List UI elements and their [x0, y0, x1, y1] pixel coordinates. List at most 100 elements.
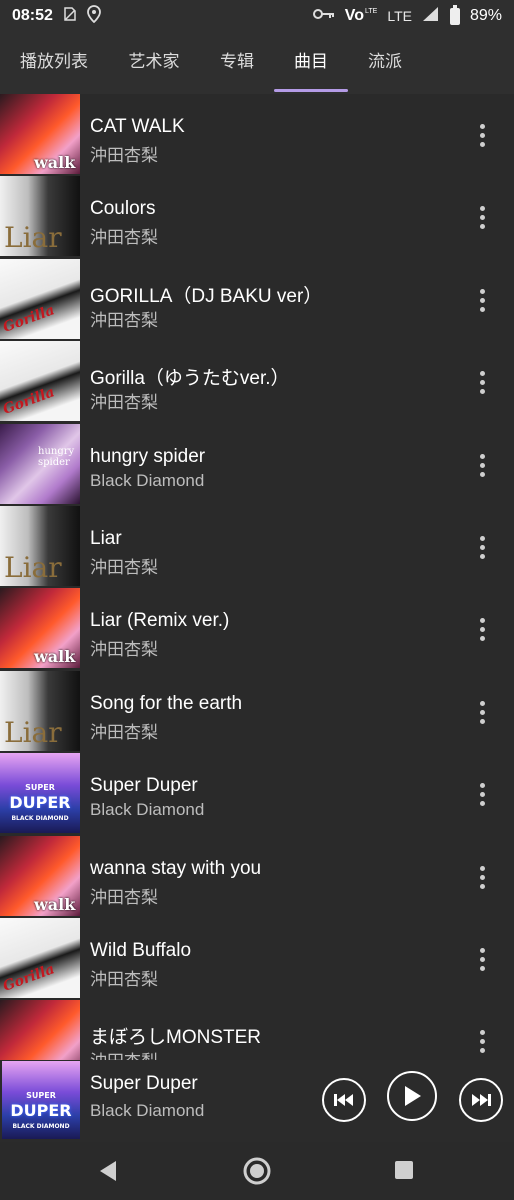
skip-next-icon [472, 1094, 491, 1106]
album-art: SUPER DUPER BLACK DIAMOND [0, 753, 80, 834]
signal-icon [422, 6, 440, 27]
song-artist: 沖田杏梨 [90, 887, 158, 907]
art-label: Liar [4, 715, 62, 749]
status-time: 08:52 [12, 7, 53, 24]
song-artist: 沖田杏梨 [90, 640, 158, 660]
more-options-icon[interactable] [472, 206, 492, 230]
song-title: hungry spider [90, 445, 206, 467]
art-label: Gorilla [0, 961, 57, 995]
album-art: walk [0, 1000, 80, 1060]
album-art: hungry spider [0, 423, 80, 504]
recents-icon [395, 1161, 413, 1179]
album-art: walk [0, 588, 80, 669]
song-row[interactable]: Gorilla Gorilla（ゆうたむver.） 沖田杏梨 [0, 341, 514, 423]
art-label: BLACK DIAMOND [11, 815, 69, 823]
key-icon [312, 7, 335, 25]
song-title: Super Duper [90, 775, 198, 797]
song-row[interactable]: Gorilla GORILLA（DJ BAKU ver） 沖田杏梨 [0, 258, 514, 341]
album-art: Liar [0, 670, 80, 751]
battery-icon [449, 4, 460, 25]
song-row[interactable]: Liar Coulors 沖田杏梨 [0, 176, 514, 258]
tab-albums[interactable]: 专辑 [200, 32, 274, 94]
song-title: まぼろしMONSTER [90, 1027, 262, 1049]
location-icon [87, 4, 101, 28]
volte-label: Vo [344, 7, 364, 24]
album-art: Gorilla [0, 918, 80, 998]
song-title: GORILLA（DJ BAKU ver） [90, 285, 323, 307]
song-artist: 沖田杏梨 [90, 970, 158, 989]
art-label: Liar [4, 551, 62, 584]
song-row[interactable]: hungry spider hungry spider Black Diamond [0, 423, 514, 506]
album-art: walk [0, 94, 80, 174]
song-row[interactable]: walk Liar (Remix ver.) 沖田杏梨 [0, 588, 514, 670]
art-label: SUPER [26, 1091, 56, 1100]
no-sim-icon [63, 6, 77, 26]
play-button[interactable] [387, 1071, 437, 1121]
song-row[interactable]: Gorilla Wild Buffalo 沖田杏梨 [0, 918, 514, 1000]
volte-indicator: Vo LTE [345, 7, 378, 25]
art-label: walk [34, 894, 76, 914]
battery-percent: 89% [469, 7, 502, 24]
status-bar: 08:52 Vo LTE LTE 89% [0, 0, 514, 32]
more-options-icon[interactable] [472, 783, 492, 807]
art-label: walk [34, 153, 76, 172]
album-art: Liar [0, 506, 80, 586]
more-options-icon[interactable] [472, 948, 492, 972]
more-options-icon[interactable] [472, 453, 492, 478]
song-title: Song for the earth [90, 692, 243, 714]
song-artist: 沖田杏梨 [90, 228, 158, 248]
song-title: wanna stay with you [90, 857, 262, 879]
art-label: DUPER [9, 793, 71, 813]
song-row[interactable]: walk CAT WALK 沖田杏梨 [0, 94, 514, 176]
more-options-icon[interactable] [472, 371, 492, 395]
home-icon [243, 1157, 271, 1185]
now-playing-bar[interactable]: SUPER DUPER BLACK DIAMOND Super Duper Blac… [0, 1060, 514, 1142]
song-title: Wild Buffalo [90, 940, 192, 961]
song-row[interactable]: walk まぼろしMONSTER沖田杏梨 [0, 1000, 514, 1060]
tab-songs[interactable]: 曲目 [274, 32, 348, 94]
song-title: Gorilla（ゆうたむver.） [90, 368, 290, 390]
volte-sub-label: LTE [365, 8, 378, 15]
album-art: Liar [0, 176, 80, 257]
more-options-icon[interactable] [472, 618, 492, 642]
song-artist: Black Diamond [90, 800, 205, 820]
next-button[interactable] [459, 1078, 503, 1122]
song-row[interactable]: SUPER DUPER BLACK DIAMOND Super Duper Black … [0, 753, 514, 835]
tab-playlists[interactable]: 播放列表 [0, 32, 108, 94]
more-options-icon[interactable] [472, 1030, 492, 1054]
album-art: Gorilla [0, 258, 80, 339]
song-title: Liar [90, 528, 122, 549]
more-options-icon[interactable] [472, 536, 492, 560]
network-type: LTE [387, 8, 412, 24]
art-label: DUPER [10, 1101, 72, 1120]
back-button[interactable] [98, 1160, 118, 1187]
album-art: Gorilla [0, 341, 80, 422]
now-playing-artist: Black Diamond [90, 1101, 205, 1120]
song-artist: Black Diamond [90, 470, 205, 490]
song-artist: 沖田杏梨 [90, 722, 158, 742]
song-list[interactable]: walk CAT WALK 沖田杏梨 Liar Coulors 沖田杏梨 Gorilla GO… [0, 94, 514, 1060]
art-label: BLACK DIAMOND [12, 1123, 70, 1130]
previous-button[interactable] [322, 1078, 366, 1122]
more-options-icon[interactable] [472, 700, 492, 725]
play-icon [405, 1086, 421, 1106]
song-row[interactable]: Liar Song for the earth 沖田杏梨 [0, 670, 514, 753]
more-options-icon[interactable] [472, 124, 492, 148]
home-button[interactable] [242, 1156, 272, 1191]
tab-artists[interactable]: 艺术家 [108, 32, 200, 94]
song-title: Coulors [90, 198, 156, 220]
art-label: SUPER [25, 783, 55, 793]
tab-genres[interactable]: 流派 [348, 32, 422, 94]
tab-bar: 播放列表 艺术家 专辑 曲目 流派 [0, 32, 514, 94]
art-label: hungry spider [38, 445, 75, 468]
song-artist: 沖田杏梨 [90, 146, 158, 165]
song-artist: 沖田杏梨 [90, 558, 158, 577]
more-options-icon[interactable] [472, 288, 492, 313]
recents-button[interactable] [394, 1160, 414, 1185]
song-artist: 沖田杏梨 [90, 1047, 158, 1060]
song-artist: 沖田杏梨 [90, 393, 158, 413]
song-row[interactable]: walk wanna stay with you 沖田杏梨 [0, 835, 514, 918]
more-options-icon[interactable] [472, 865, 492, 890]
song-row[interactable]: Liar Liar 沖田杏梨 [0, 506, 514, 588]
now-playing-title: Super Duper [90, 1073, 198, 1094]
